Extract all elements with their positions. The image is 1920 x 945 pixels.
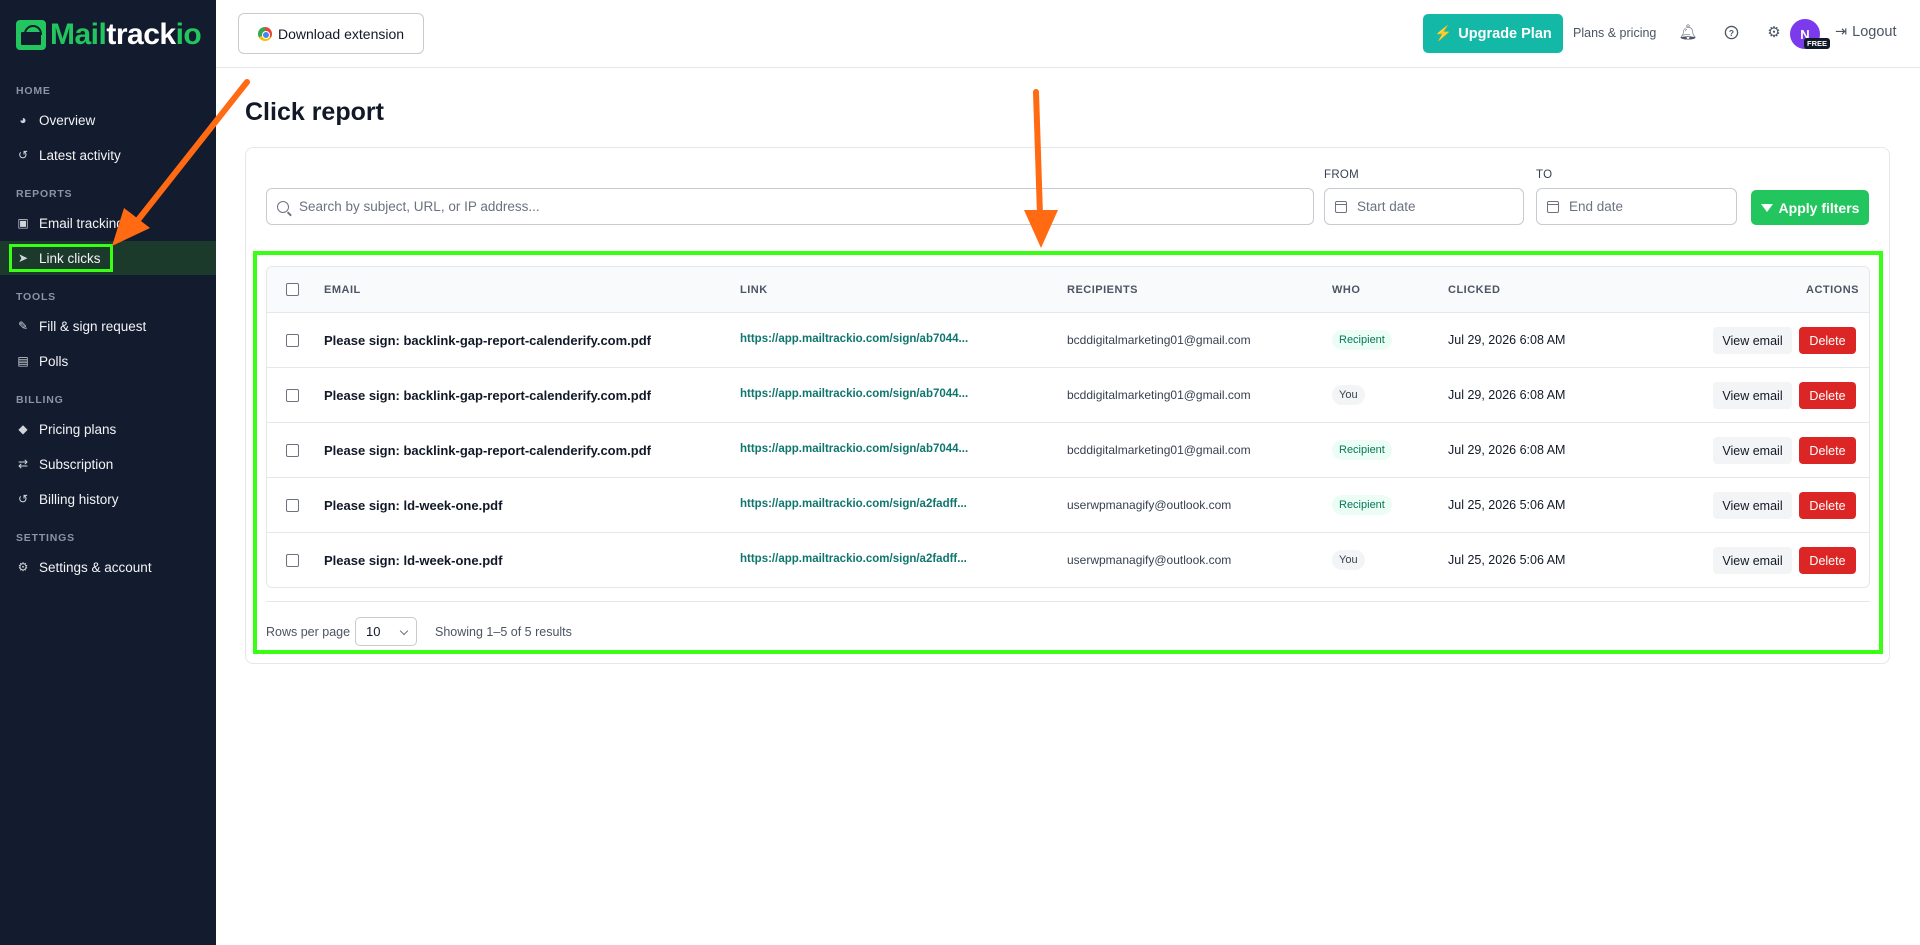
- sidebar-item-latest-activity[interactable]: ↺ Latest activity: [0, 138, 216, 172]
- search-box[interactable]: [266, 188, 1314, 225]
- sidebar-item-billing-history[interactable]: ↺ Billing history: [0, 482, 216, 516]
- highlight-box-link-clicks: [9, 244, 113, 272]
- inbox-icon: ▣: [17, 216, 29, 230]
- end-date-input[interactable]: End date: [1536, 188, 1737, 225]
- nav-section-reports: REPORTS: [16, 188, 73, 200]
- nav-section-settings: SETTINGS: [16, 532, 75, 544]
- upgrade-plan-button[interactable]: ⚡ Upgrade Plan: [1423, 14, 1563, 53]
- gear-icon: ⚙: [17, 560, 29, 574]
- signature-icon: ✎: [17, 319, 29, 333]
- to-label: TO: [1536, 169, 1553, 181]
- start-date-input[interactable]: Start date: [1324, 188, 1524, 225]
- bolt-icon: ⚡: [1434, 26, 1453, 42]
- gear-icon[interactable]: ⚙: [1764, 22, 1784, 42]
- top-bar: Download extension ⚡ Upgrade Plan Plans …: [216, 0, 1920, 68]
- help-icon[interactable]: ?: [1721, 22, 1741, 42]
- chrome-icon: [257, 26, 272, 41]
- download-extension-button[interactable]: Download extension: [238, 13, 424, 54]
- sidebar-item-polls[interactable]: ▤ Polls: [0, 344, 216, 378]
- sidebar: Mailtrackio HOME ◕ Overview ↺ Latest activ…: [0, 0, 216, 945]
- nav-section-tools: TOOLS: [16, 291, 56, 303]
- sidebar-item-subscription[interactable]: ⇄ Subscription: [0, 447, 216, 481]
- tags-icon: ◆: [18, 422, 28, 436]
- sidebar-item-settings-account[interactable]: ⚙ Settings & account: [0, 550, 216, 584]
- nav-section-billing: BILLING: [16, 394, 64, 406]
- logo[interactable]: Mailtrackio: [16, 18, 202, 52]
- plans-pricing-link[interactable]: Plans & pricing: [1573, 26, 1656, 40]
- logo-text: Mailtrackio: [50, 18, 202, 51]
- filter-icon: [1760, 203, 1773, 212]
- logout-icon: ⇥: [1835, 24, 1848, 40]
- search-icon: [277, 200, 289, 213]
- repeat-icon: ⇄: [17, 457, 29, 471]
- sidebar-item-overview[interactable]: ◕ Overview: [0, 103, 216, 137]
- plan-badge: FREE: [1804, 38, 1831, 49]
- apply-filters-button[interactable]: Apply filters: [1751, 190, 1869, 225]
- poll-icon: ▤: [17, 354, 29, 368]
- calendar-icon: [1547, 200, 1559, 213]
- mail-logo-icon: [16, 20, 46, 50]
- page-title: Click report: [245, 98, 384, 126]
- bell-icon[interactable]: 🔔︎: [1678, 22, 1698, 42]
- from-label: FROM: [1324, 169, 1360, 181]
- history-icon: ↺: [17, 492, 29, 506]
- highlight-box-table: [253, 251, 1883, 654]
- sidebar-item-fill-sign[interactable]: ✎ Fill & sign request: [0, 309, 216, 343]
- sidebar-item-email-tracking[interactable]: ▣ Email tracking: [0, 206, 216, 240]
- search-input[interactable]: [299, 199, 1289, 214]
- sidebar-item-pricing-plans[interactable]: ◆ Pricing plans: [0, 412, 216, 446]
- logout-button[interactable]: ⇥ Logout: [1835, 24, 1897, 40]
- history-icon: ↺: [17, 148, 29, 162]
- gauge-icon: ◕: [19, 113, 27, 127]
- nav-section-home: HOME: [16, 85, 51, 97]
- calendar-icon: [1335, 200, 1347, 213]
- svg-text:?: ?: [1728, 27, 1733, 37]
